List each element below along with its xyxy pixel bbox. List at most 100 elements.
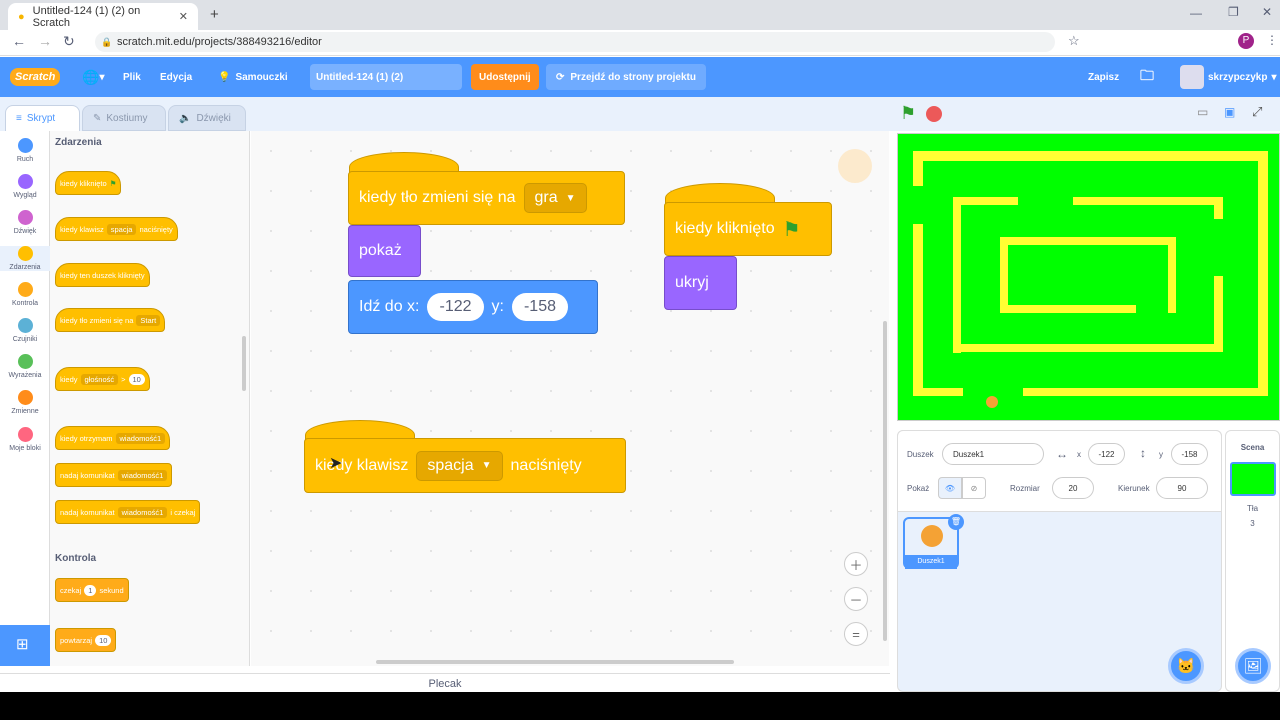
small-stage-icon[interactable]: ▭ <box>1197 105 1208 119</box>
backpack[interactable]: Plecak <box>0 673 890 693</box>
edit-menu[interactable]: Edycja <box>160 57 192 97</box>
block-when-flag-clicked[interactable]: kiedy kliknięto ⚑ <box>55 171 122 195</box>
palette-scrollbar[interactable] <box>242 336 246 391</box>
stage[interactable] <box>897 133 1280 421</box>
block-dropdown[interactable]: Start <box>136 314 161 326</box>
large-stage-icon[interactable]: ▣ <box>1224 105 1235 119</box>
category-operators[interactable]: Wyrażenia <box>0 354 50 379</box>
window-close-icon[interactable]: ✕ <box>1262 5 1272 19</box>
category-sensing[interactable]: Czujniki <box>0 318 50 343</box>
language-button[interactable]: 🌐 ▾ <box>82 57 104 97</box>
category-variables[interactable]: Zmienne <box>0 390 50 415</box>
ws-block-when-backdrop-switches[interactable]: kiedy tło zmieni się na gra ▼ <box>348 171 625 225</box>
show-visible-button[interactable]: 👁 <box>938 477 962 499</box>
block-when-receive[interactable]: kiedy otrzymam wiadomość1 <box>55 426 171 450</box>
block-dropdown[interactable]: wiadomość1 <box>117 469 168 481</box>
tab-sounds[interactable]: 🔈 Dźwięki <box>168 105 246 131</box>
url-field[interactable]: 🔒 scratch.mit.edu/projects/388493216/edi… <box>95 32 1055 52</box>
file-menu[interactable]: Plik <box>123 57 141 97</box>
category-my-blocks[interactable]: Moje bloki <box>0 427 50 452</box>
profile-avatar[interactable]: P <box>1238 33 1254 49</box>
ws-block-when-key-pressed[interactable]: kiedy klawisz spacja ▼ naciśnięty <box>304 438 626 493</box>
block-dropdown[interactable]: spacja ▼ <box>416 450 503 481</box>
block-text: pokaż <box>359 242 402 259</box>
block-dropdown[interactable]: wiadomość1 <box>115 432 166 444</box>
block-dropdown[interactable]: wiadomość1 <box>117 506 168 518</box>
x-input[interactable]: -122 <box>1088 443 1125 465</box>
zoom-in-button[interactable]: ＋ <box>844 552 868 576</box>
block-when-sprite-clicked[interactable]: kiedy ten duszek kliknięty <box>55 263 150 287</box>
maze-wall <box>953 344 1223 352</box>
cat-sprite[interactable] <box>986 396 998 408</box>
stop-icon[interactable] <box>926 106 942 122</box>
tutorials-button[interactable]: 💡 Samouczki <box>218 57 288 97</box>
block-input-y[interactable]: -158 <box>511 293 568 321</box>
add-extension-button[interactable]: ⊞ <box>0 625 50 666</box>
forward-icon[interactable]: → <box>38 33 52 49</box>
size-label: Rozmiar <box>1010 484 1040 493</box>
y-input[interactable]: -158 <box>1171 443 1208 465</box>
horizontal-scrollbar[interactable] <box>376 660 734 664</box>
close-icon[interactable]: ✕ <box>179 10 188 23</box>
ws-block-show[interactable]: pokaż <box>348 225 421 277</box>
star-icon[interactable]: ☆ <box>1068 33 1080 49</box>
backdrops-count: 3 <box>1250 519 1255 528</box>
category-sound[interactable]: Dźwięk <box>0 210 50 235</box>
delete-sprite-icon[interactable]: 🗑 <box>948 514 964 530</box>
maximize-icon[interactable]: ❐ <box>1228 5 1239 19</box>
block-broadcast[interactable]: nadaj komunikat wiadomość1 <box>55 463 173 487</box>
share-button[interactable]: Udostępnij <box>471 64 539 90</box>
block-dropdown[interactable]: gra ▼ <box>523 183 587 213</box>
block-when-backdrop-switches[interactable]: kiedy tło zmieni się na Start <box>55 308 166 332</box>
add-backdrop-button[interactable]: 🖼 <box>1235 648 1271 684</box>
reload-icon[interactable]: ↻ <box>63 33 75 50</box>
zoom-out-button[interactable]: － <box>844 587 868 611</box>
ws-block-hide[interactable]: ukryj <box>664 256 737 310</box>
block-when-loudness[interactable]: kiedy głośność >10 <box>55 367 150 391</box>
scratch-logo[interactable]: Scratch <box>10 57 61 97</box>
user-menu[interactable]: skrzypczykp ▾ <box>1180 57 1277 97</box>
sprite-name-input[interactable]: Duszek1 <box>942 443 1044 465</box>
folder-icon[interactable]: 🗀 <box>1140 57 1154 97</box>
block-input[interactable]: 1 <box>84 584 97 596</box>
zoom-reset-button[interactable]: = <box>844 622 868 646</box>
script-workspace[interactable]: kiedy tło zmieni się na gra ▼ pokaż Idź d… <box>251 131 889 666</box>
block-dropdown[interactable]: głośność <box>80 373 119 385</box>
green-flag-icon[interactable]: ⚑ <box>900 103 916 124</box>
fullscreen-icon[interactable]: ⤢ <box>1252 104 1262 120</box>
category-looks[interactable]: Wygląd <box>0 174 50 199</box>
logo-text: Scratch <box>10 68 61 86</box>
block-dropdown[interactable]: spacja <box>106 223 137 235</box>
block-input[interactable]: 10 <box>95 634 112 646</box>
see-project-button[interactable]: ⟳ Przejdź do strony projektu <box>546 64 706 90</box>
ws-block-goto-xy[interactable]: Idź do x: -122 y: -158 <box>348 280 598 334</box>
project-title-input[interactable]: Untitled-124 (1) (2) <box>310 64 462 90</box>
stage-thumbnail[interactable] <box>1229 462 1276 496</box>
new-tab-icon[interactable]: + <box>210 6 219 23</box>
category-events[interactable]: Zdarzenia <box>0 246 50 271</box>
tab-costumes-label: Kostiumy <box>106 112 148 124</box>
block-input-x[interactable]: -122 <box>427 293 484 321</box>
direction-input[interactable]: 90 <box>1156 477 1208 499</box>
minimize-icon[interactable]: — <box>1190 6 1202 20</box>
block-broadcast-and-wait[interactable]: nadaj komunikat wiadomość1 i czekaj <box>55 500 201 524</box>
save-button[interactable]: Zapisz <box>1088 57 1119 97</box>
back-icon[interactable]: ← <box>12 33 26 49</box>
ws-block-when-flag-clicked[interactable]: kiedy kliknięto ⚑ <box>664 202 832 256</box>
vertical-scrollbar[interactable] <box>883 321 887 641</box>
block-when-key-pressed[interactable]: kiedy klawisz spacja naciśnięty <box>55 217 178 241</box>
stage-header: ⚑ ▭ ▣ ⤢ <box>890 97 1280 131</box>
browser-tab[interactable]: ● Untitled-124 (1) (2) on Scratch ✕ <box>8 3 198 30</box>
tab-costumes[interactable]: ✎ Kostiumy <box>82 105 166 131</box>
tab-code[interactable]: ≡ Skrypt <box>5 105 80 131</box>
block-input[interactable]: 10 <box>128 373 145 385</box>
block-wait[interactable]: czekaj 1 sekund <box>55 578 129 602</box>
category-motion[interactable]: Ruch <box>0 138 50 163</box>
sprite-thumbnail[interactable]: Duszek1 🗑 <box>903 514 964 569</box>
category-control[interactable]: Kontrola <box>0 282 50 307</box>
block-repeat[interactable]: powtarzaj 10 <box>55 628 117 652</box>
size-input[interactable]: 20 <box>1052 477 1094 499</box>
add-sprite-button[interactable]: 🐱 <box>1168 648 1204 684</box>
hide-invisible-button[interactable]: ⊘ <box>962 477 986 499</box>
menu-icon[interactable]: ⋮ <box>1266 33 1278 47</box>
